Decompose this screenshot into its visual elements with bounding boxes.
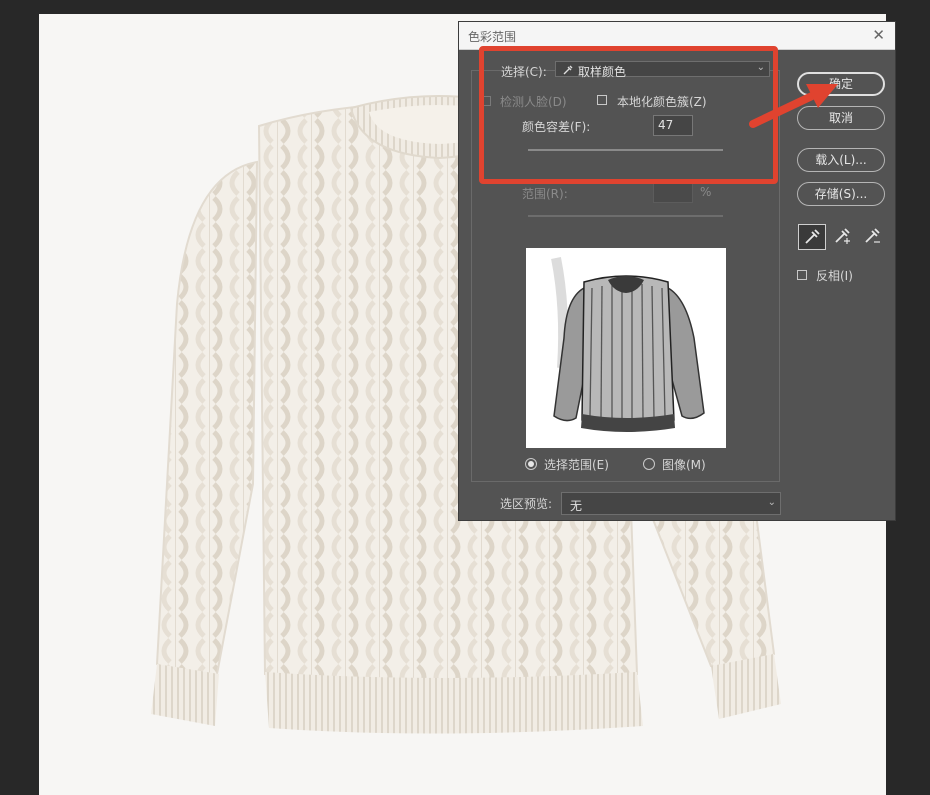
chevron-down-icon: ⌄ bbox=[767, 497, 776, 508]
fuzziness-label: 颜色容差(F): bbox=[522, 120, 591, 134]
color-range-dialog: 色彩范围 ✕ 选择(C): 取样颜色 ⌄ 检测人脸(D) 本地化颜色簇(Z) 颜… bbox=[458, 21, 896, 521]
detect-faces-label: 检测人脸(D) bbox=[500, 95, 567, 109]
dialog-titlebar[interactable]: 色彩范围 ✕ bbox=[459, 22, 895, 50]
selection-preview-dropdown[interactable]: 无 ⌄ bbox=[561, 492, 781, 515]
invert-label: 反相(I) bbox=[816, 269, 853, 283]
chevron-down-icon: ⌄ bbox=[756, 62, 765, 73]
selection-radio-label: 选择范围(E) bbox=[544, 458, 609, 472]
localized-clusters-label: 本地化颜色簇(Z) bbox=[617, 95, 707, 109]
save-button[interactable]: 存储(S)... bbox=[797, 182, 885, 206]
range-slider[interactable] bbox=[528, 215, 723, 217]
fuzziness-input[interactable]: 47 bbox=[653, 115, 693, 136]
close-icon[interactable]: ✕ bbox=[872, 26, 885, 44]
eyedropper-icon[interactable] bbox=[798, 224, 826, 250]
cancel-button[interactable]: 取消 bbox=[797, 106, 885, 130]
select-dropdown[interactable]: 取样颜色 ⌄ bbox=[555, 61, 770, 79]
image-radio-label: 图像(M) bbox=[662, 458, 706, 472]
selection-preview-image bbox=[526, 248, 726, 448]
range-input[interactable] bbox=[653, 182, 693, 203]
image-radio[interactable] bbox=[643, 458, 655, 470]
selection-preview-value: 无 bbox=[570, 499, 583, 513]
selection-preview-label: 选区预览: bbox=[500, 497, 553, 511]
localized-clusters-checkbox[interactable] bbox=[597, 95, 607, 105]
detect-faces-checkbox[interactable] bbox=[481, 96, 491, 106]
selection-radio[interactable] bbox=[525, 458, 537, 470]
eyedropper-subtract-icon[interactable] bbox=[859, 224, 887, 250]
select-value: 取样颜色 bbox=[578, 65, 627, 79]
load-button[interactable]: 载入(L)... bbox=[797, 148, 885, 172]
range-unit: % bbox=[700, 185, 712, 199]
eyedropper-small-icon bbox=[562, 63, 574, 77]
range-label: 范围(R): bbox=[522, 187, 568, 201]
fuzziness-slider[interactable] bbox=[528, 149, 723, 151]
select-label: 选择(C): bbox=[501, 65, 547, 79]
dialog-title: 色彩范围 bbox=[468, 30, 517, 44]
eyedropper-add-icon[interactable] bbox=[829, 224, 857, 250]
invert-checkbox[interactable] bbox=[797, 270, 807, 280]
ok-button[interactable]: 确定 bbox=[797, 72, 885, 96]
